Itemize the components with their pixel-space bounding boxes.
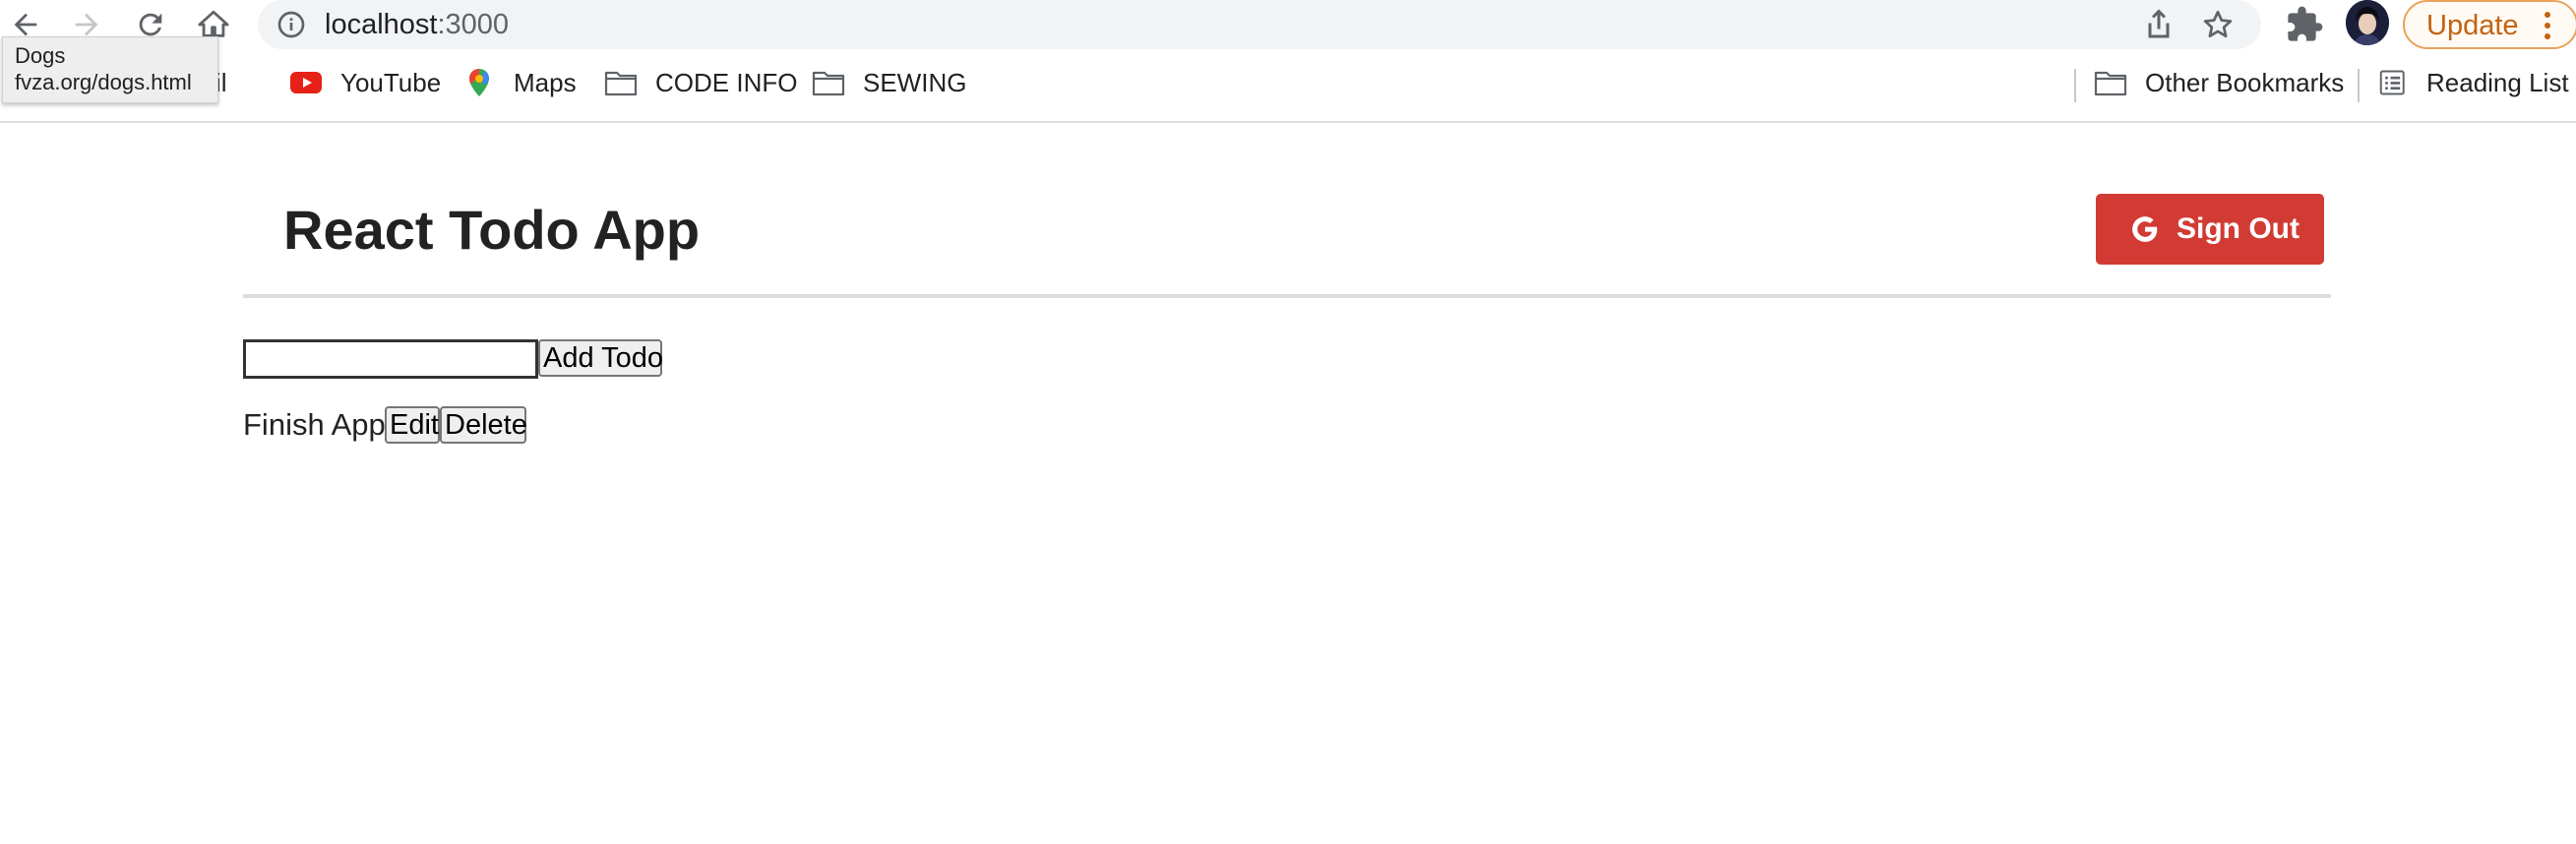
add-todo-button[interactable]: Add Todo <box>538 339 663 377</box>
bookmarks-bar: nail YouTube Maps CODE INFO SEWING Other <box>0 49 2576 123</box>
bookmarks-separator <box>2074 69 2076 102</box>
bookmark-label: Maps <box>514 68 577 97</box>
other-bookmarks-folder[interactable]: Other Bookmarks <box>2094 66 2344 99</box>
reading-list-label: Reading List <box>2426 68 2569 97</box>
edit-todo-button[interactable]: Edit <box>385 406 440 444</box>
bookmark-folder-sewing[interactable]: SEWING <box>812 66 966 99</box>
folder-icon <box>812 71 845 96</box>
url-port: :3000 <box>437 9 510 40</box>
app-title: React Todo App <box>283 199 701 261</box>
folder-icon <box>2094 71 2127 96</box>
reading-list-icon <box>2379 70 2405 95</box>
extensions-puzzle-icon[interactable] <box>2285 5 2324 44</box>
url-host: localhost <box>325 9 438 40</box>
header-divider <box>243 294 2331 298</box>
bookmark-youtube[interactable]: YouTube <box>289 66 441 99</box>
youtube-icon <box>290 72 322 93</box>
bookmark-folder-code-info[interactable]: CODE INFO <box>604 66 797 99</box>
browser-toolbar: localhost:3000 Update <box>0 0 2576 49</box>
profile-avatar[interactable] <box>2346 0 2389 45</box>
bookmark-hover-tooltip: Dogs fvza.org/dogs.html <box>2 36 218 103</box>
update-label: Update <box>2426 10 2519 41</box>
profile-photo-icon <box>2346 0 2389 45</box>
tooltip-title: Dogs <box>15 43 66 68</box>
bookmark-label: SEWING <box>863 68 967 97</box>
other-bookmarks-label: Other Bookmarks <box>2145 68 2345 97</box>
delete-todo-button[interactable]: Delete <box>440 406 527 444</box>
menu-kebab-icon <box>2545 12 2550 39</box>
maps-pin-icon <box>469 69 489 96</box>
bookmark-label: YouTube <box>340 68 442 97</box>
update-button[interactable]: Update <box>2403 0 2576 49</box>
site-info-icon[interactable] <box>276 9 307 40</box>
sign-out-button[interactable]: Sign Out <box>2096 194 2324 265</box>
todo-input[interactable] <box>243 339 538 379</box>
address-bar[interactable]: localhost:3000 <box>258 0 2261 49</box>
reading-list-button[interactable]: Reading List <box>2379 66 2569 99</box>
sign-out-label: Sign Out <box>2177 212 2300 245</box>
google-g-icon <box>2132 216 2158 242</box>
bookmark-star-icon[interactable] <box>2200 7 2236 42</box>
bookmark-maps[interactable]: Maps <box>462 66 577 99</box>
bookmark-label: CODE INFO <box>655 68 798 97</box>
share-icon[interactable] <box>2141 7 2177 42</box>
tooltip-url: fvza.org/dogs.html <box>15 70 192 94</box>
folder-icon <box>604 71 638 96</box>
todo-item-text: Finish App! <box>243 407 395 442</box>
address-url[interactable]: localhost:3000 <box>325 9 509 40</box>
bookmarks-separator <box>2358 69 2360 102</box>
